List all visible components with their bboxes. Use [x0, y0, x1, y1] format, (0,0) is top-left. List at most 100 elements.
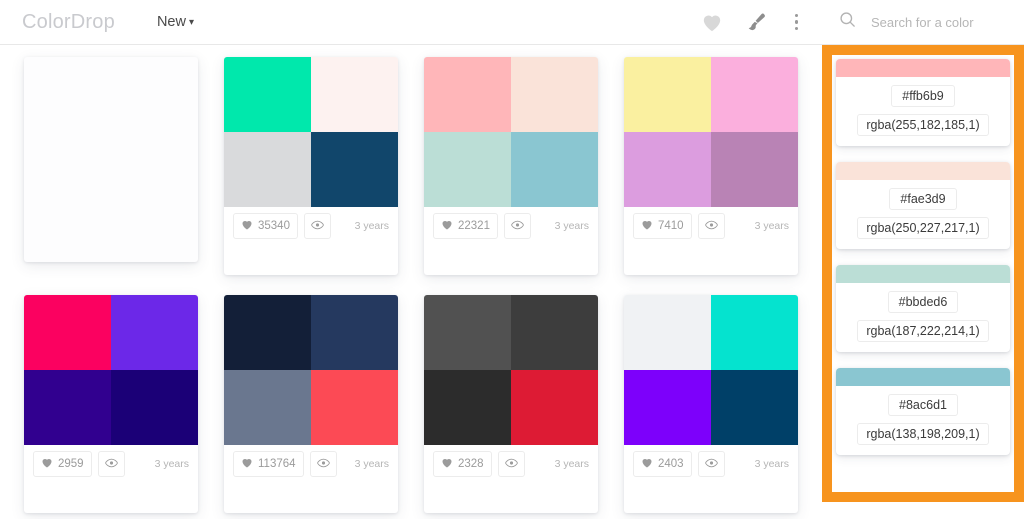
- palette-swatches[interactable]: [624, 295, 798, 445]
- like-count: 7410: [658, 220, 684, 232]
- preview-button[interactable]: [697, 451, 725, 477]
- search-input[interactable]: [871, 14, 1001, 30]
- color-detail-card[interactable]: #8ac6d1 rgba(138,198,209,1): [836, 368, 1010, 455]
- rgba-value[interactable]: rgba(138,198,209,1): [857, 423, 989, 445]
- palette-age: 3 years: [354, 458, 389, 470]
- palette-swatch[interactable]: [711, 370, 798, 445]
- palette-swatch[interactable]: [311, 132, 398, 207]
- palette-swatch[interactable]: [624, 57, 711, 132]
- header-actions: [701, 11, 805, 33]
- palette-age: 3 years: [754, 220, 789, 232]
- heart-icon: [641, 217, 653, 235]
- palette-swatch[interactable]: [511, 295, 598, 370]
- palette-swatch[interactable]: [511, 132, 598, 207]
- eye-icon: [311, 217, 324, 235]
- preview-button[interactable]: [697, 213, 725, 239]
- like-button[interactable]: 2328: [433, 451, 492, 477]
- palette-swatch[interactable]: [224, 370, 311, 445]
- palette-swatch[interactable]: [224, 295, 311, 370]
- palette-swatches[interactable]: [424, 57, 598, 207]
- preview-button[interactable]: [309, 451, 337, 477]
- more-vertical-icon[interactable]: [789, 12, 805, 33]
- hex-value[interactable]: #fae3d9: [889, 188, 957, 210]
- color-swatch[interactable]: [836, 59, 1010, 77]
- palette-swatch[interactable]: [111, 370, 198, 445]
- palette-swatch[interactable]: [24, 295, 111, 370]
- palette-swatches[interactable]: [624, 57, 798, 207]
- preview-button[interactable]: [497, 451, 525, 477]
- eye-icon: [504, 455, 518, 473]
- palette-card[interactable]: [24, 57, 198, 262]
- like-count: 113764: [258, 458, 296, 470]
- palette-swatch[interactable]: [511, 57, 598, 132]
- palette-card[interactable]: 22321 3 years: [424, 57, 598, 275]
- palette-swatch[interactable]: [311, 57, 398, 132]
- color-swatch[interactable]: [836, 162, 1010, 180]
- palette-swatch[interactable]: [311, 295, 398, 370]
- hex-value[interactable]: #8ac6d1: [888, 394, 958, 416]
- palette-swatch[interactable]: [111, 295, 198, 370]
- palette-card-footer: 2403 3 years: [624, 445, 798, 483]
- heart-icon: [241, 455, 253, 473]
- color-detail-card[interactable]: #ffb6b9 rgba(255,182,185,1): [836, 59, 1010, 146]
- palette-card-footer: 2328 3 years: [424, 445, 598, 483]
- like-button[interactable]: 113764: [233, 451, 304, 477]
- heart-icon: [441, 217, 453, 235]
- palette-swatch[interactable]: [424, 370, 511, 445]
- palette-age: 3 years: [754, 458, 789, 470]
- palette-card[interactable]: 35340 3 years: [224, 57, 398, 275]
- hex-value[interactable]: #ffb6b9: [891, 85, 955, 107]
- palette-swatch[interactable]: [224, 132, 311, 207]
- new-dropdown-label: New: [156, 14, 186, 30]
- palette-swatch[interactable]: [711, 132, 798, 207]
- heart-icon[interactable]: [701, 12, 723, 32]
- paintbrush-icon[interactable]: [745, 11, 767, 33]
- palette-swatch[interactable]: [624, 132, 711, 207]
- palette-card[interactable]: 113764 3 years: [224, 295, 398, 513]
- rgba-value[interactable]: rgba(250,227,217,1): [857, 217, 989, 239]
- palette-card[interactable]: 7410 3 years: [624, 57, 798, 275]
- like-button[interactable]: 22321: [433, 213, 498, 239]
- heart-icon: [41, 455, 53, 473]
- preview-button[interactable]: [503, 213, 531, 239]
- palette-swatch[interactable]: [624, 295, 711, 370]
- search-bar: [822, 0, 1024, 45]
- palette-swatch[interactable]: [711, 295, 798, 370]
- new-dropdown[interactable]: New ▾: [157, 14, 194, 30]
- like-button[interactable]: 2959: [33, 451, 92, 477]
- like-button[interactable]: 35340: [233, 213, 298, 239]
- rgba-value[interactable]: rgba(255,182,185,1): [857, 114, 989, 136]
- palette-swatch[interactable]: [311, 370, 398, 445]
- like-button[interactable]: 2403: [633, 451, 692, 477]
- palette-swatch[interactable]: [511, 370, 598, 445]
- preview-button[interactable]: [303, 213, 331, 239]
- palette-swatch[interactable]: [711, 57, 798, 132]
- color-swatch[interactable]: [836, 368, 1010, 386]
- palette-swatch[interactable]: [424, 132, 511, 207]
- palette-swatch[interactable]: [624, 370, 711, 445]
- color-swatch[interactable]: [836, 265, 1010, 283]
- palette-swatch[interactable]: [224, 57, 311, 132]
- palette-swatch[interactable]: [24, 370, 111, 445]
- palette-swatch[interactable]: [424, 57, 511, 132]
- color-detail-card[interactable]: #bbded6 rgba(187,222,214,1): [836, 265, 1010, 352]
- palette-swatches[interactable]: [224, 57, 398, 207]
- heart-icon: [441, 455, 453, 473]
- preview-button[interactable]: [97, 451, 125, 477]
- palette-card[interactable]: 2959 3 years: [24, 295, 198, 513]
- hex-value[interactable]: #bbded6: [887, 291, 959, 313]
- search-icon: [838, 10, 857, 34]
- palette-swatches[interactable]: [224, 295, 398, 445]
- palette-swatches[interactable]: [24, 295, 198, 445]
- app-logo[interactable]: ColorDrop: [22, 11, 115, 34]
- palette-card-footer: 2959 3 years: [24, 445, 198, 483]
- eye-icon: [704, 217, 718, 235]
- palette-swatches[interactable]: [424, 295, 598, 445]
- color-detail-sidebar: #ffb6b9 rgba(255,182,185,1) #fae3d9 rgba(25…: [822, 45, 1024, 519]
- color-detail-card[interactable]: #fae3d9 rgba(250,227,217,1): [836, 162, 1010, 249]
- palette-swatch[interactable]: [424, 295, 511, 370]
- like-button[interactable]: 7410: [633, 213, 692, 239]
- rgba-value[interactable]: rgba(187,222,214,1): [857, 320, 989, 342]
- palette-card[interactable]: 2403 3 years: [624, 295, 798, 513]
- palette-card[interactable]: 2328 3 years: [424, 295, 598, 513]
